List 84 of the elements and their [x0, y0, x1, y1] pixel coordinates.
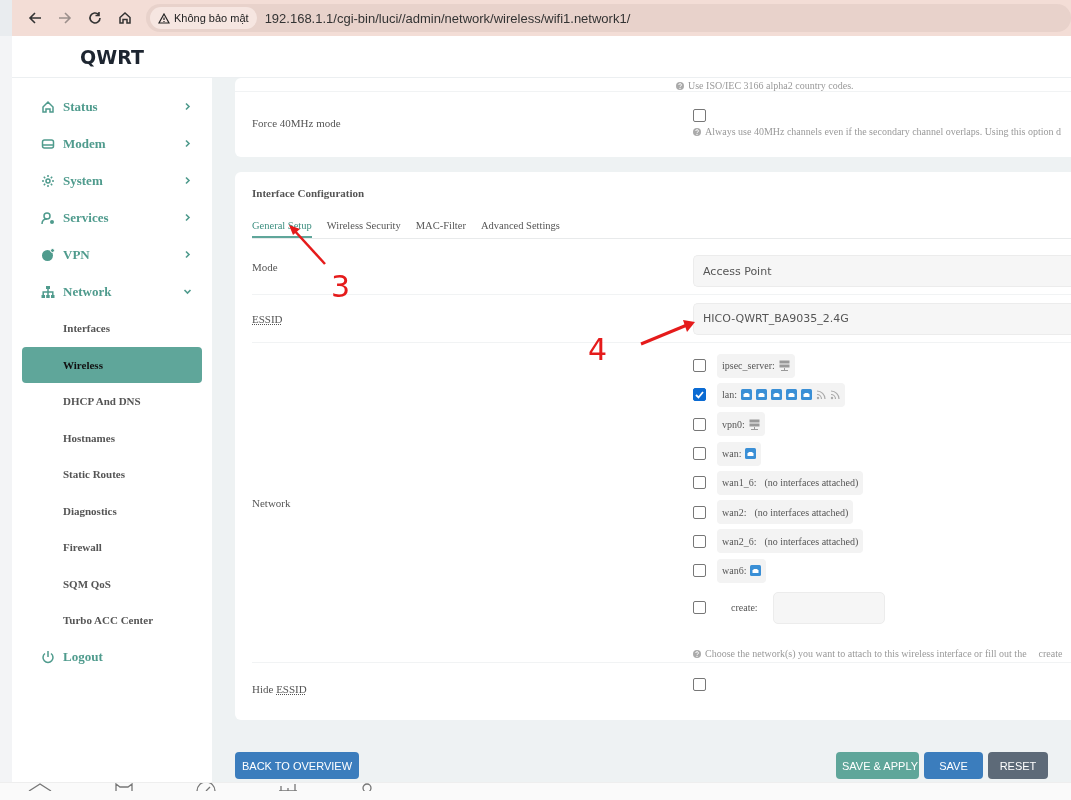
checkbox[interactable]: [693, 564, 706, 578]
network-name: lan:: [722, 389, 737, 401]
checkbox[interactable]: [693, 109, 706, 122]
sidebar-subitem[interactable]: Wireless: [22, 346, 202, 383]
tab[interactable]: Wireless Security: [326, 219, 401, 238]
home-icon[interactable]: [116, 9, 134, 27]
annotation-arrow: [639, 320, 697, 346]
field-label: Hide ESSID: [252, 683, 307, 695]
network-name: wan6:: [722, 565, 747, 577]
checkbox[interactable]: [693, 417, 706, 431]
server-icon: [778, 360, 790, 372]
ethernet-port-icon: [750, 565, 762, 577]
field-label: Network: [252, 496, 291, 509]
brand-logo: QWRT: [79, 45, 145, 68]
help-icon: [693, 127, 701, 136]
sidebar-subitem[interactable]: DHCP And DNS: [22, 383, 202, 420]
address-bar[interactable]: Không bảo mật 192.168.1.1/cgi-bin/luci//admin/network/wireless/wifi1.network1/: [146, 4, 1071, 32]
checkbox[interactable]: [693, 505, 706, 519]
sitemap-icon: [41, 284, 55, 299]
field-label: Force 40MHz mode: [252, 117, 341, 129]
annotation-number: 4: [588, 335, 608, 365]
home-icon[interactable]: [28, 783, 52, 791]
checkbox[interactable]: [693, 388, 706, 402]
ethernet-port-icon: [741, 389, 752, 401]
help-text: Always use 40MHz channels even if the secondary channel overlaps. Using this option d: [705, 126, 1062, 137]
sidebar-subitem[interactable]: Hostnames: [22, 419, 202, 456]
checkbox[interactable]: [693, 534, 706, 548]
network-note: (no interfaces attached): [764, 477, 859, 489]
ethernet-port-icon: [745, 448, 757, 460]
sidebar-subitem[interactable]: Turbo ACC Center: [22, 602, 202, 639]
wireless-signal-icon: [816, 389, 826, 401]
checkbox[interactable]: [693, 678, 706, 691]
network-name: vpn0:: [722, 418, 745, 430]
essid-input[interactable]: HICO-QWRT_BA9035_2.4G: [693, 302, 1071, 335]
security-chip[interactable]: Không bảo mật: [150, 7, 257, 29]
power-icon: [41, 650, 55, 664]
server-icon: [748, 418, 760, 430]
network-name: wan2_6:: [722, 535, 757, 547]
sidebar-subitem[interactable]: Firewall: [22, 529, 202, 566]
network-note: (no interfaces attached): [754, 506, 849, 518]
back-to-overview-button[interactable]: BACK TO OVERVIEW: [235, 752, 360, 779]
user-icon: [41, 210, 55, 225]
network-name: wan2:: [722, 506, 747, 518]
drive-icon: [41, 136, 55, 151]
url-text: 192.168.1.1/cgi-bin/luci//admin/network/wireless/wifi1.network1/: [264, 10, 631, 26]
tab[interactable]: Advanced Settings: [480, 219, 560, 238]
wireless-signal-icon: [830, 389, 840, 401]
code-text: create: [1038, 648, 1063, 660]
section-title: Interface Configuration: [252, 186, 366, 199]
checkbox[interactable]: [693, 601, 706, 615]
sidebar-subitem[interactable]: Interfaces: [22, 310, 202, 347]
ethernet-port-icon: [786, 389, 797, 401]
gear-icon: [41, 173, 55, 188]
annotation-number: 3: [331, 272, 351, 302]
tab[interactable]: MAC-Filter: [415, 219, 466, 238]
field-label: Mode: [252, 260, 278, 273]
network-name: wan1_6:: [722, 477, 757, 489]
checkbox[interactable]: [693, 447, 706, 461]
sidebar-subitem[interactable]: Static Routes: [22, 456, 202, 493]
checkbox[interactable]: [693, 476, 706, 490]
sidebar-subitem[interactable]: Diagnostics: [22, 492, 202, 529]
ethernet-port-icon: [756, 389, 767, 401]
sidebar-subitem[interactable]: SQM QoS: [22, 565, 202, 602]
network-name: wan:: [722, 448, 742, 460]
help-icon: [693, 649, 701, 658]
help-text: Use ISO/IEC 3166 alpha2 country codes.: [688, 80, 854, 91]
checkbox[interactable]: [693, 359, 706, 373]
annotation-arrow: [287, 224, 327, 266]
field-label: ESSID: [252, 312, 283, 325]
warning-icon: [158, 12, 170, 24]
globe-icon: [41, 247, 55, 262]
mode-select[interactable]: Access Point: [693, 255, 1071, 287]
ethernet-port-icon: [771, 389, 782, 401]
reset-button[interactable]: RESET: [988, 752, 1048, 779]
help-icon: [676, 81, 684, 90]
network-name: ipsec_server:: [722, 360, 775, 372]
field-label: create:: [731, 602, 758, 614]
ethernet-port-icon: [801, 389, 812, 401]
network-note: (no interfaces attached): [764, 535, 859, 547]
security-label: Không bảo mật: [174, 12, 249, 24]
house-icon: [41, 99, 55, 114]
save-button[interactable]: SAVE: [924, 752, 983, 779]
help-text: Choose the network(s) you want to attach to this wireless interface or fill out the: [705, 648, 1027, 660]
reload-icon[interactable]: [86, 9, 104, 27]
